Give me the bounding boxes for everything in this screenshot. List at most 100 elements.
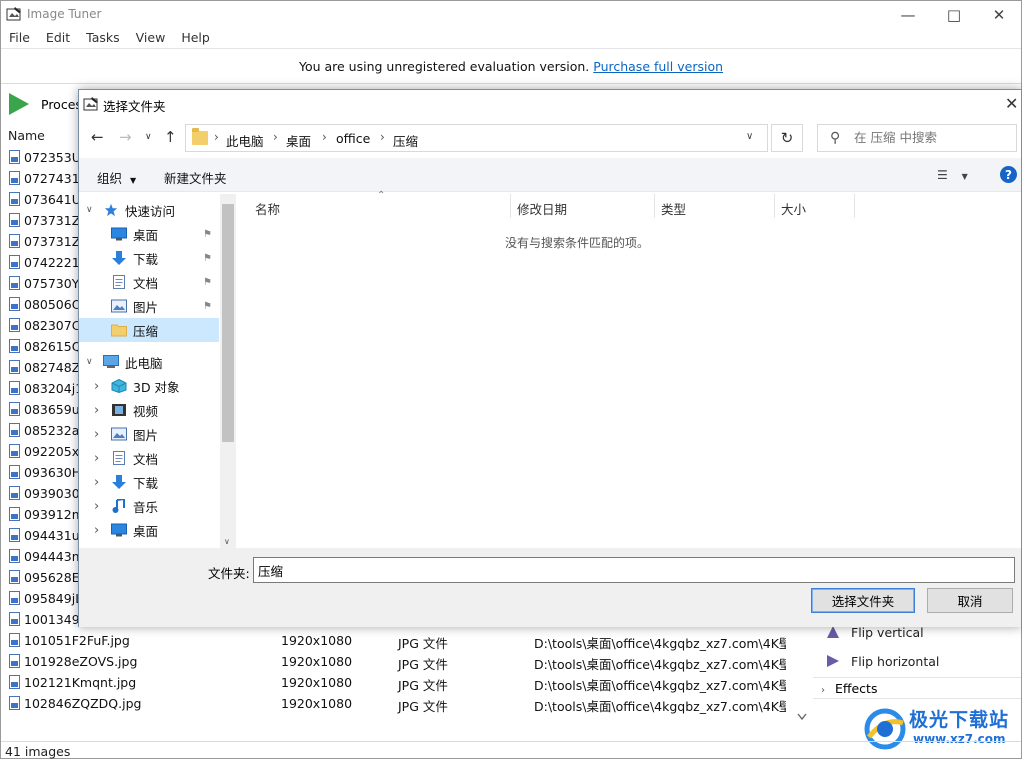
nav-tree-item[interactable]: 文档 ⚑ [79, 270, 219, 294]
nav-tree-label: 此电脑 [125, 355, 163, 371]
file-name: 080506O [24, 297, 82, 312]
file-list-scrollbar[interactable] [795, 627, 809, 723]
breadcrumb-this-pc[interactable]: 此电脑 [226, 131, 264, 150]
menu-file[interactable]: File [1, 28, 38, 48]
chevron-right-icon[interactable]: › [94, 475, 99, 490]
column-date-modified[interactable]: 修改日期 [511, 194, 655, 218]
file-resolution: 1920x1080 [281, 675, 353, 690]
minimize-button[interactable]: — [885, 1, 931, 28]
forward-arrow-icon[interactable]: → [119, 128, 132, 146]
scrollbar-thumb[interactable] [222, 204, 234, 442]
flip-horizontal-label: Flip horizontal [851, 653, 940, 669]
image-file-icon [9, 654, 20, 668]
breadcrumb-desktop[interactable]: 桌面 [286, 131, 311, 150]
effects-section[interactable]: › Effects [813, 677, 1021, 699]
image-file-icon [9, 696, 20, 710]
desktop-icon [111, 227, 127, 241]
image-file-icon [9, 213, 20, 227]
nav-tree-item[interactable]: › 图片 [79, 422, 219, 446]
nav-tree-label: 图片 [133, 299, 159, 315]
image-file-icon [9, 360, 20, 374]
menu-help[interactable]: Help [173, 28, 218, 48]
evaluation-banner: You are using unregistered evaluation ve… [1, 48, 1021, 84]
breadcrumb-separator-icon: › [214, 130, 219, 144]
nav-tree-item[interactable]: ∨ 快速访问 [79, 198, 219, 222]
column-name[interactable]: 名称 [249, 194, 511, 218]
maximize-button[interactable]: □ [931, 1, 977, 28]
image-file-icon [9, 444, 20, 458]
column-header-name[interactable]: Name [1, 125, 81, 145]
nav-tree-item[interactable]: › 桌面 [79, 518, 219, 542]
select-folder-button[interactable]: 选择文件夹 [811, 588, 915, 613]
address-dropdown-icon[interactable]: ∨ [746, 131, 753, 142]
file-row[interactable]: 102121Kmqnt.jpg 1920x1080 JPG 文件 D:\tools\桌… [1, 672, 801, 693]
nav-tree-item[interactable]: › 视频 [79, 398, 219, 422]
image-file-icon [9, 507, 20, 521]
scroll-down-icon[interactable]: ∨ [224, 537, 230, 546]
view-options-button[interactable]: ☰ ▼ [937, 168, 968, 182]
chevron-right-icon[interactable]: › [94, 499, 99, 514]
folder-name-input[interactable]: 压缩 [253, 557, 1015, 583]
menu-view[interactable]: View [128, 28, 174, 48]
help-icon[interactable]: ? [1000, 166, 1017, 183]
breadcrumb-compressed[interactable]: 压缩 [393, 131, 418, 150]
nav-tree-item[interactable]: › 3D 对象 [79, 374, 219, 398]
column-size[interactable]: 大小 [775, 194, 855, 218]
nav-tree-item[interactable]: 桌面 ⚑ [79, 222, 219, 246]
dialog-close-button[interactable]: ✕ [1005, 94, 1018, 113]
chevron-right-icon[interactable]: › [94, 427, 99, 442]
file-row[interactable]: 102846ZQZDQ.jpg 1920x1080 JPG 文件 D:\tools\桌… [1, 693, 801, 714]
chevron-right-icon[interactable]: › [94, 379, 99, 394]
menu-edit[interactable]: Edit [38, 28, 78, 48]
dialog-app-icon [83, 97, 98, 111]
file-name: 083659u [24, 402, 80, 417]
status-bar: 41 images [1, 741, 1021, 759]
file-row[interactable]: 101928eZOVS.jpg 1920x1080 JPG 文件 D:\tools\桌… [1, 651, 801, 672]
chevron-down-icon[interactable]: ∨ [86, 357, 93, 367]
effects-label: Effects [834, 681, 878, 696]
file-name: 101051F2FuF.jpg [24, 633, 130, 648]
image-file-icon [9, 528, 20, 542]
nav-tree-item[interactable]: 压缩 [79, 318, 219, 342]
breadcrumb-separator-icon: › [273, 130, 278, 144]
search-input[interactable] [854, 130, 1009, 145]
flip-horizontal-item[interactable]: Flip horizontal [825, 650, 939, 672]
chevron-down-icon[interactable]: ∨ [86, 205, 93, 215]
recent-locations-chevron-icon[interactable]: ∨ [145, 132, 152, 142]
file-name: 101928eZOVS.jpg [24, 654, 138, 669]
nav-tree-item[interactable]: › 文档 [79, 446, 219, 470]
chevron-down-icon: ▼ [961, 172, 968, 181]
column-type[interactable]: 类型 [655, 194, 775, 218]
refresh-button[interactable]: ↻ [771, 124, 803, 152]
navigation-pane: ∨ 快速访问 桌面 ⚑ 下载 ⚑ 文档 ⚑ 图片 ⚑ 压缩 ∨ 此电脑 › 3D 对象 › 视频 › 图片 › 文档 › 下… [79, 194, 235, 548]
cancel-button[interactable]: 取消 [927, 588, 1013, 613]
chevron-right-icon[interactable]: › [94, 523, 99, 538]
new-folder-button[interactable]: 新建文件夹 [164, 168, 227, 187]
search-box[interactable]: ⚲ [817, 124, 1017, 152]
file-name: 0939030 [24, 486, 80, 501]
address-bar[interactable]: › 此电脑 › 桌面 › office › 压缩 ∨ [185, 124, 768, 152]
pin-icon: ⚑ [203, 276, 212, 288]
nav-tree-item[interactable]: › 音乐 [79, 494, 219, 518]
image-file-icon [9, 570, 20, 584]
back-arrow-icon[interactable]: ← [91, 128, 104, 146]
nav-tree-label: 文档 [133, 275, 159, 291]
up-arrow-icon[interactable]: ↑ [164, 128, 177, 146]
organize-button[interactable]: 组织 ▼ [97, 168, 136, 187]
menu-tasks[interactable]: Tasks [78, 28, 128, 48]
close-button[interactable]: ✕ [976, 1, 1022, 28]
nav-tree-item[interactable]: › 下载 [79, 470, 219, 494]
document-icon [111, 451, 127, 465]
chevron-right-icon[interactable]: › [94, 451, 99, 466]
file-row[interactable]: 101051F2FuF.jpg 1920x1080 JPG 文件 D:\tools\桌… [1, 630, 801, 651]
nav-tree-item[interactable]: ∨ 此电脑 [79, 350, 219, 374]
nav-tree-item[interactable]: 图片 ⚑ [79, 294, 219, 318]
process-button[interactable]: Process [9, 93, 88, 115]
breadcrumb-office[interactable]: office [336, 131, 370, 146]
navigation-pane-scrollbar[interactable]: ∨ [220, 194, 236, 548]
purchase-link[interactable]: Purchase full version [593, 59, 723, 74]
chevron-right-icon[interactable]: › [94, 403, 99, 418]
computer-icon [103, 355, 119, 369]
nav-tree-item[interactable]: 下载 ⚑ [79, 246, 219, 270]
file-name: 093630H [24, 465, 82, 480]
